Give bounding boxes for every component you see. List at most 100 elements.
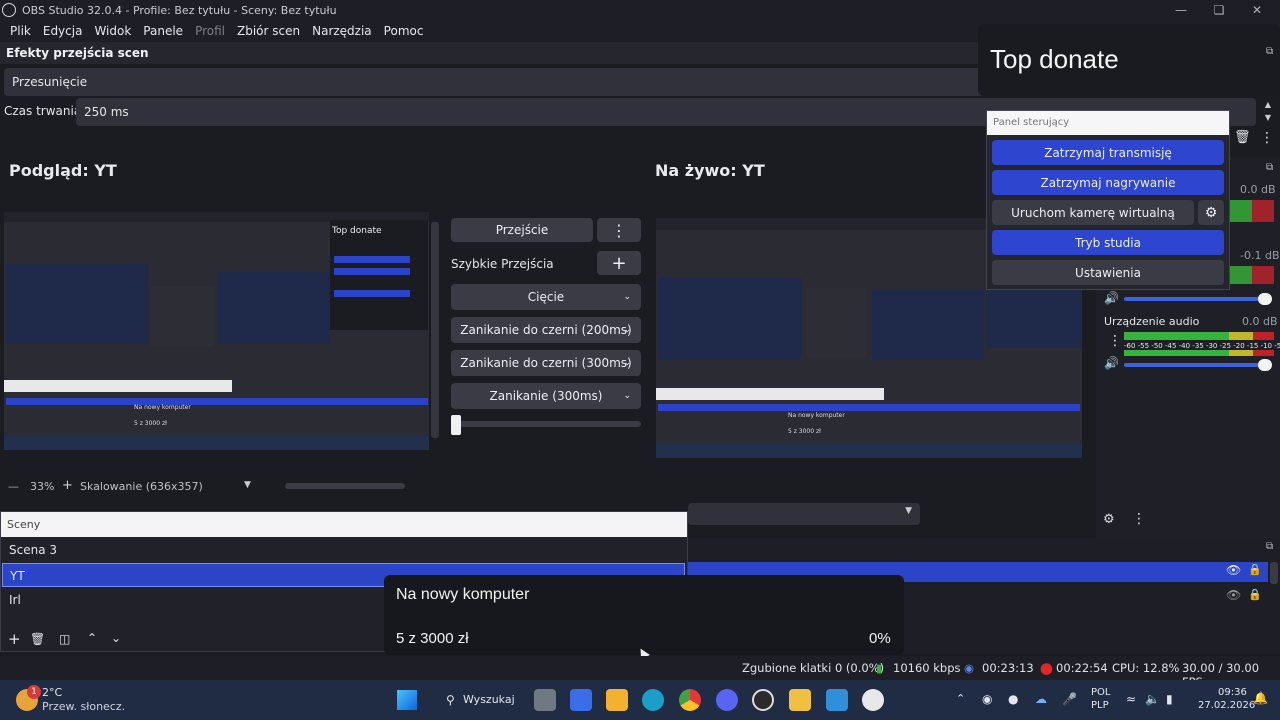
- scene-item[interactable]: Scena 3: [2, 538, 685, 562]
- duration-spinner[interactable]: ▲ ▼: [1260, 98, 1276, 126]
- app-clock-icon[interactable]: [862, 689, 884, 711]
- start-virtual-camera-button[interactable]: Uruchom kamerę wirtualną: [992, 200, 1194, 225]
- menu-file[interactable]: Plik: [4, 24, 37, 38]
- trash-icon[interactable]: 🗑: [30, 632, 45, 646]
- chrome-icon[interactable]: [679, 689, 701, 711]
- quick-transition-cut[interactable]: Cięcie ⌄: [451, 284, 641, 310]
- donation-goal-title: Na nowy komputer: [396, 586, 530, 603]
- t-bar-track[interactable]: [451, 421, 641, 427]
- control-panel-title: Panel sterujący: [993, 117, 1070, 128]
- zoom-out-icon[interactable]: —: [8, 480, 19, 493]
- file-explorer-icon[interactable]: [789, 689, 811, 711]
- menu-view[interactable]: Widok: [88, 24, 137, 38]
- transition-button[interactable]: Przejście: [451, 218, 593, 242]
- notification-bell-icon[interactable]: 🔔: [1253, 691, 1268, 705]
- menu-help[interactable]: Pomoc: [378, 24, 430, 38]
- preview-title: Podgląd: YT: [9, 161, 117, 180]
- microphone-icon[interactable]: 🎤: [1062, 692, 1077, 706]
- lock-icon[interactable]: 🔒: [1248, 563, 1262, 576]
- eye-hidden-icon[interactable]: 👁: [1226, 588, 1241, 602]
- lock-icon[interactable]: 🔒: [1248, 588, 1262, 601]
- speaker-icon[interactable]: 🔈: [1145, 692, 1160, 706]
- stop-streaming-button[interactable]: Zatrzymaj transmisję: [992, 140, 1224, 165]
- dock-undock-icon[interactable]: ⧉: [1266, 541, 1273, 552]
- more-vertical-icon: ⋮: [611, 220, 627, 240]
- store-icon[interactable]: [606, 689, 628, 711]
- taskbar-search[interactable]: Wyszukaj: [463, 693, 515, 706]
- move-up-icon[interactable]: ⌃: [87, 631, 97, 645]
- settings-button[interactable]: Ustawienia: [992, 260, 1224, 285]
- audio-device-menu-icon[interactable]: ⋮: [1108, 333, 1122, 349]
- studio-mode-button[interactable]: Tryb studia: [992, 230, 1224, 255]
- windows-taskbar: [0, 680, 1280, 720]
- scene-filters-icon[interactable]: ◫: [59, 632, 70, 646]
- tray-app-icon[interactable]: ●: [1008, 692, 1018, 706]
- dock-undock-icon[interactable]: ⧉: [1266, 162, 1273, 173]
- scene-item-label: Scena 3: [9, 543, 58, 557]
- menu-profile[interactable]: Profil: [189, 24, 231, 38]
- more-vertical-icon[interactable]: ⋮: [1260, 130, 1274, 146]
- keyboard-language-2[interactable]: PLP: [1091, 700, 1109, 711]
- mixer-settings-icon[interactable]: ⚙: [1103, 512, 1115, 527]
- mixer-menu-icon[interactable]: ⋮: [1132, 511, 1146, 527]
- menu-edit[interactable]: Edycja: [37, 24, 89, 38]
- source-filter-dropdown[interactable]: ▼: [688, 503, 920, 525]
- volume-slider-2-handle[interactable]: [1258, 359, 1272, 371]
- add-scene-icon[interactable]: +: [8, 630, 21, 648]
- donation-goal-amount: 5 z 3000 zł: [396, 630, 469, 647]
- bitrate-icon: ▮: [876, 661, 883, 675]
- quick-transition-fade-300[interactable]: Zanikanie (300ms) ⌄: [451, 383, 641, 409]
- trash-icon[interactable]: 🗑: [1234, 130, 1251, 145]
- zoom-in-icon[interactable]: +: [62, 478, 73, 493]
- volume-slider-1[interactable]: [1124, 297, 1270, 301]
- virtual-camera-settings-button[interactable]: ⚙: [1198, 200, 1224, 225]
- dock-undock-icon[interactable]: ⧉: [1266, 46, 1273, 57]
- search-icon[interactable]: ⚲: [446, 693, 455, 707]
- windows-start-icon[interactable]: [397, 690, 417, 710]
- transition-menu-button[interactable]: ⋮: [597, 218, 641, 242]
- onedrive-icon[interactable]: ☁: [1035, 692, 1047, 706]
- volume-icon[interactable]: 🔊: [1104, 291, 1119, 305]
- menu-docks[interactable]: Panele: [137, 24, 189, 38]
- chevron-down-icon: ⌄: [623, 391, 631, 401]
- notes-app-icon[interactable]: [570, 689, 592, 711]
- wifi-icon[interactable]: ≈: [1126, 692, 1136, 706]
- quick-transition-fade-black-300[interactable]: Zanikanie do czerni (300ms) ⌄: [451, 350, 641, 376]
- weather-description: Przew. słonecz.: [42, 700, 126, 713]
- eye-icon[interactable]: 👁: [1226, 563, 1241, 577]
- add-quick-transition-button[interactable]: +: [597, 251, 641, 275]
- stop-recording-button[interactable]: Zatrzymaj nagrywanie: [992, 170, 1224, 195]
- task-view-icon[interactable]: [534, 689, 556, 711]
- clock-time[interactable]: 09:36: [1218, 687, 1247, 698]
- weather-temp: 2°C: [42, 686, 63, 699]
- record-icon: ⬤: [1040, 661, 1053, 675]
- discord-icon[interactable]: [716, 689, 738, 711]
- t-bar-handle[interactable]: [451, 415, 461, 435]
- volume-icon[interactable]: 🔊: [1104, 356, 1119, 370]
- quick-transition-fade-black-200[interactable]: Zanikanie do czerni (200ms) ⌄: [451, 317, 641, 343]
- quick-transition-label: Cięcie: [527, 290, 565, 304]
- obs-taskbar-icon[interactable]: [752, 689, 774, 711]
- volume-slider-1-handle[interactable]: [1258, 293, 1272, 305]
- app-window-icon[interactable]: [826, 689, 848, 711]
- close-button[interactable]: ✕: [1238, 0, 1276, 20]
- menu-scene-collection[interactable]: Zbiór scen: [231, 24, 306, 38]
- preview-h-scrollbar[interactable]: [285, 483, 405, 489]
- minimize-button[interactable]: —: [1162, 0, 1200, 20]
- scale-chevron-icon[interactable]: ▼: [244, 480, 251, 490]
- scenes-dock-header: Sceny: [1, 512, 687, 537]
- tray-chevron-up-icon[interactable]: ⌃: [956, 692, 965, 705]
- battery-icon[interactable]: ▮: [1166, 692, 1173, 706]
- preview-scrollbar[interactable]: [431, 222, 439, 438]
- move-down-icon[interactable]: ⌄: [111, 631, 121, 645]
- preview-canvas[interactable]: Top donate Na nowy komputer 5 z 3000 zł: [4, 212, 429, 450]
- maximize-button[interactable]: ❏: [1200, 0, 1238, 20]
- zoom-level: 33%: [30, 480, 55, 493]
- volume-slider-2[interactable]: [1124, 363, 1270, 367]
- menu-tools[interactable]: Narzędzia: [306, 24, 378, 38]
- keyboard-language-1[interactable]: POL: [1091, 687, 1110, 698]
- clock-date[interactable]: 27.02.2026: [1198, 700, 1255, 711]
- sources-scrollbar[interactable]: [1270, 562, 1278, 584]
- edge-icon[interactable]: [642, 689, 664, 711]
- tray-obs-icon[interactable]: ◉: [982, 692, 992, 706]
